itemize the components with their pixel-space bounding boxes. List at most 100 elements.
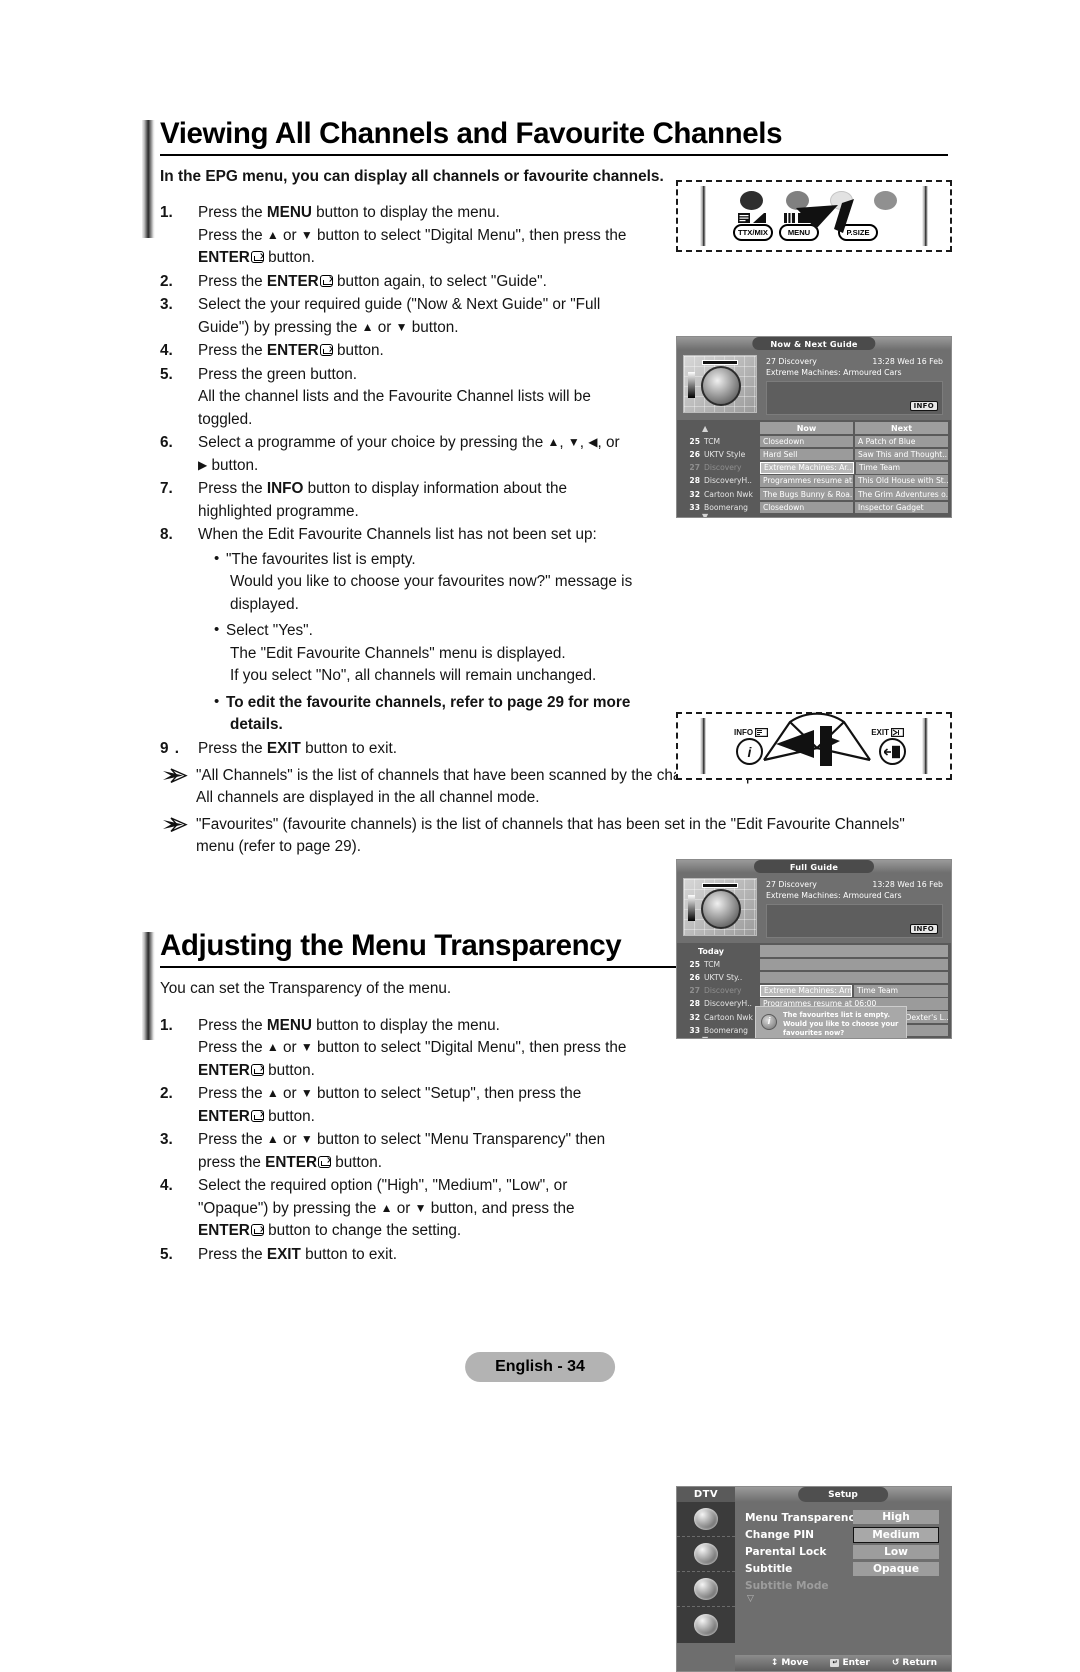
channel-name: UKTV Sty..	[704, 973, 743, 983]
next-cell[interactable]: Saw This and Thought..	[855, 448, 948, 461]
table-row[interactable]: 27 Discovery Extreme Machines: Arm.. Tim…	[680, 984, 948, 997]
menu-icon-setup[interactable]	[677, 1572, 735, 1607]
osd-meta: 27 Discovery 13:28 Wed 16 Feb Extreme Ma…	[764, 355, 945, 415]
step-line: Press the ENTER button.	[198, 342, 384, 360]
setup-menu-screenshot: DTV Setup Menu Transparency : Change PIN	[676, 1486, 952, 1672]
next-cell[interactable]: A Patch of Blue	[855, 435, 948, 448]
exit-button[interactable]	[879, 738, 906, 765]
table-row[interactable]: 26 UKTV Style Hard Sell Saw This and Tho…	[680, 448, 948, 461]
option-high[interactable]: High	[853, 1510, 939, 1524]
table-row[interactable]: 27 Discovery Extreme Machines: Ar.. Time…	[680, 461, 948, 474]
step-number: 8.	[160, 526, 173, 544]
epg-grid-header: ▲ Now Next	[680, 422, 948, 434]
steps-list: 1. Press the MENU button to display the …	[160, 202, 676, 761]
dialog-message: The favourites list is empty. Would you …	[783, 1011, 901, 1038]
setup-footer: ↕ Move ↵ Enter ↺ Return	[735, 1655, 951, 1671]
epg-grid: ▲ Now Next 25 TCM Closedown A Patch of B…	[677, 420, 951, 517]
step-number: 5.	[160, 365, 173, 383]
setup-row-subtitle-mode[interactable]: Subtitle Mode	[745, 1577, 943, 1594]
now-cell[interactable]: Hard Sell	[760, 448, 853, 461]
table-row[interactable]: 33 Boomerang Closedown Inspector Gadget	[680, 501, 948, 514]
osd-info-panel: 27 Discovery 13:28 Wed 16 Feb Extreme Ma…	[677, 350, 951, 420]
pointing-hand-icon	[776, 726, 840, 766]
channel-number: 27	[689, 463, 700, 473]
step-item: 1. Press the MENU button to display the …	[160, 202, 676, 269]
footer-action-return[interactable]: ↺ Return	[892, 1658, 937, 1668]
step-item: 4. Select the required option ("High", "…	[160, 1175, 676, 1242]
channel-number: 28	[689, 999, 700, 1009]
sub-bullet-list: • "The favourites list is empty. Would y…	[198, 549, 676, 737]
menu-icon-channel[interactable]	[677, 1502, 735, 1537]
preview-thumbnail	[683, 878, 757, 936]
channel-column-header: ▲	[680, 422, 758, 434]
step-number: 7.	[160, 480, 173, 498]
note-arrow-icon	[163, 768, 188, 783]
next-cell[interactable]: Inspector Gadget	[855, 501, 948, 514]
table-row[interactable]: 25 TCM Closedown A Patch of Blue	[680, 435, 948, 448]
sub-bullet-text: The "Edit Favourite Channels" menu is di…	[230, 644, 566, 662]
programme-cell[interactable]	[760, 958, 948, 971]
option-medium[interactable]: Medium	[853, 1527, 939, 1543]
scroll-down-icon[interactable]: ▼	[680, 513, 948, 517]
sub-bullet-text: To edit the favourite channels, refer to…	[226, 693, 631, 711]
setup-titlebar: DTV Setup	[677, 1487, 951, 1502]
info-chip[interactable]: INFO	[909, 924, 938, 934]
ttxmix-button-cap[interactable]	[740, 191, 763, 210]
step-line: Select the required option ("High", "Med…	[198, 1177, 568, 1195]
manual-page: Viewing All Channels and Favourite Chann…	[0, 0, 1080, 1672]
osd-title: Now & Next Guide	[752, 337, 876, 350]
programme-cell[interactable]: Time Team	[854, 984, 948, 997]
now-cell[interactable]: Closedown	[760, 435, 853, 448]
programme-cell[interactable]	[760, 971, 948, 984]
channel-number: 32	[689, 1012, 700, 1022]
sub-bullet: • To edit the favourite channels, refer …	[214, 692, 684, 737]
menu-icon-sound[interactable]	[677, 1607, 735, 1642]
programme-cell-selected[interactable]: Extreme Machines: Arm..	[760, 984, 852, 997]
sub-bullet: • Select "Yes". The "Edit Favourite Chan…	[214, 620, 676, 687]
pointing-hand-icon	[796, 199, 854, 233]
programme-cell[interactable]: Dexter's L..	[902, 1011, 948, 1023]
next-cell[interactable]: This Old House with St..	[855, 475, 948, 487]
now-cell[interactable]: The Bugs Bunny & Roa..	[760, 488, 853, 500]
table-row[interactable]: 26 UKTV Sty..	[680, 971, 948, 984]
step-line: ▶ button.	[198, 456, 259, 474]
more-items-icon[interactable]: ▽	[745, 1594, 943, 1604]
remote-figure-info-exit: INFO i EXIT	[676, 712, 952, 780]
osd-description-box: INFO	[766, 381, 943, 415]
channel-name: DiscoveryH..	[704, 999, 752, 1009]
footer-action-move[interactable]: ↕ Move	[771, 1658, 809, 1668]
footer-label: Move	[781, 1658, 809, 1668]
channel-name: Discovery	[704, 986, 742, 996]
table-row[interactable]: 25 TCM	[680, 958, 948, 971]
step-line: Press the ▲ or ▼ button to select "Digit…	[198, 226, 627, 244]
option-opaque[interactable]: Opaque	[853, 1562, 939, 1576]
next-cell[interactable]: Time Team	[856, 461, 948, 474]
info-button[interactable]: i	[736, 738, 763, 765]
now-cell[interactable]: Closedown	[760, 501, 853, 514]
note-line: All channels are displayed in the all ch…	[196, 789, 540, 807]
remote-figure-menu: TTX/MIX MENU P.SIZE	[676, 180, 952, 252]
extra-button-cap[interactable]	[874, 191, 897, 210]
table-row[interactable]: 32 Cartoon Nwk The Bugs Bunny & Roa.. Th…	[680, 488, 948, 500]
step-line: Press the ▲ or ▼ button to select "Setup…	[198, 1085, 582, 1103]
remote-rail-left	[700, 717, 706, 775]
note-line: "Favourites" (favourite channels) is the…	[196, 815, 905, 833]
now-cell[interactable]: Programmes resume at..	[760, 475, 853, 487]
footer-action-enter[interactable]: ↵ Enter	[830, 1658, 870, 1668]
now-cell-selected[interactable]: Extreme Machines: Ar..	[760, 461, 854, 474]
exit-label: EXIT	[871, 728, 889, 737]
testcard-blackbar	[702, 883, 738, 888]
option-low[interactable]: Low	[853, 1545, 939, 1559]
day-label: Today	[698, 946, 724, 956]
scroll-up-icon[interactable]: ▲	[702, 424, 708, 433]
source-label: DTV	[677, 1487, 735, 1502]
info-chip[interactable]: INFO	[909, 401, 938, 411]
next-cell[interactable]: The Grim Adventures o..	[855, 488, 948, 500]
ttxmix-button[interactable]: TTX/MIX	[733, 224, 773, 241]
channel-number: 27	[689, 986, 700, 996]
menu-icon-picture[interactable]	[677, 1537, 735, 1572]
table-row[interactable]: 28 DiscoveryH.. Programmes resume at.. T…	[680, 475, 948, 487]
dialog-line: Would you like to choose your	[783, 1020, 899, 1029]
step-line: Select a programme of your choice by pre…	[198, 434, 620, 452]
step-number: 3.	[160, 1131, 173, 1149]
